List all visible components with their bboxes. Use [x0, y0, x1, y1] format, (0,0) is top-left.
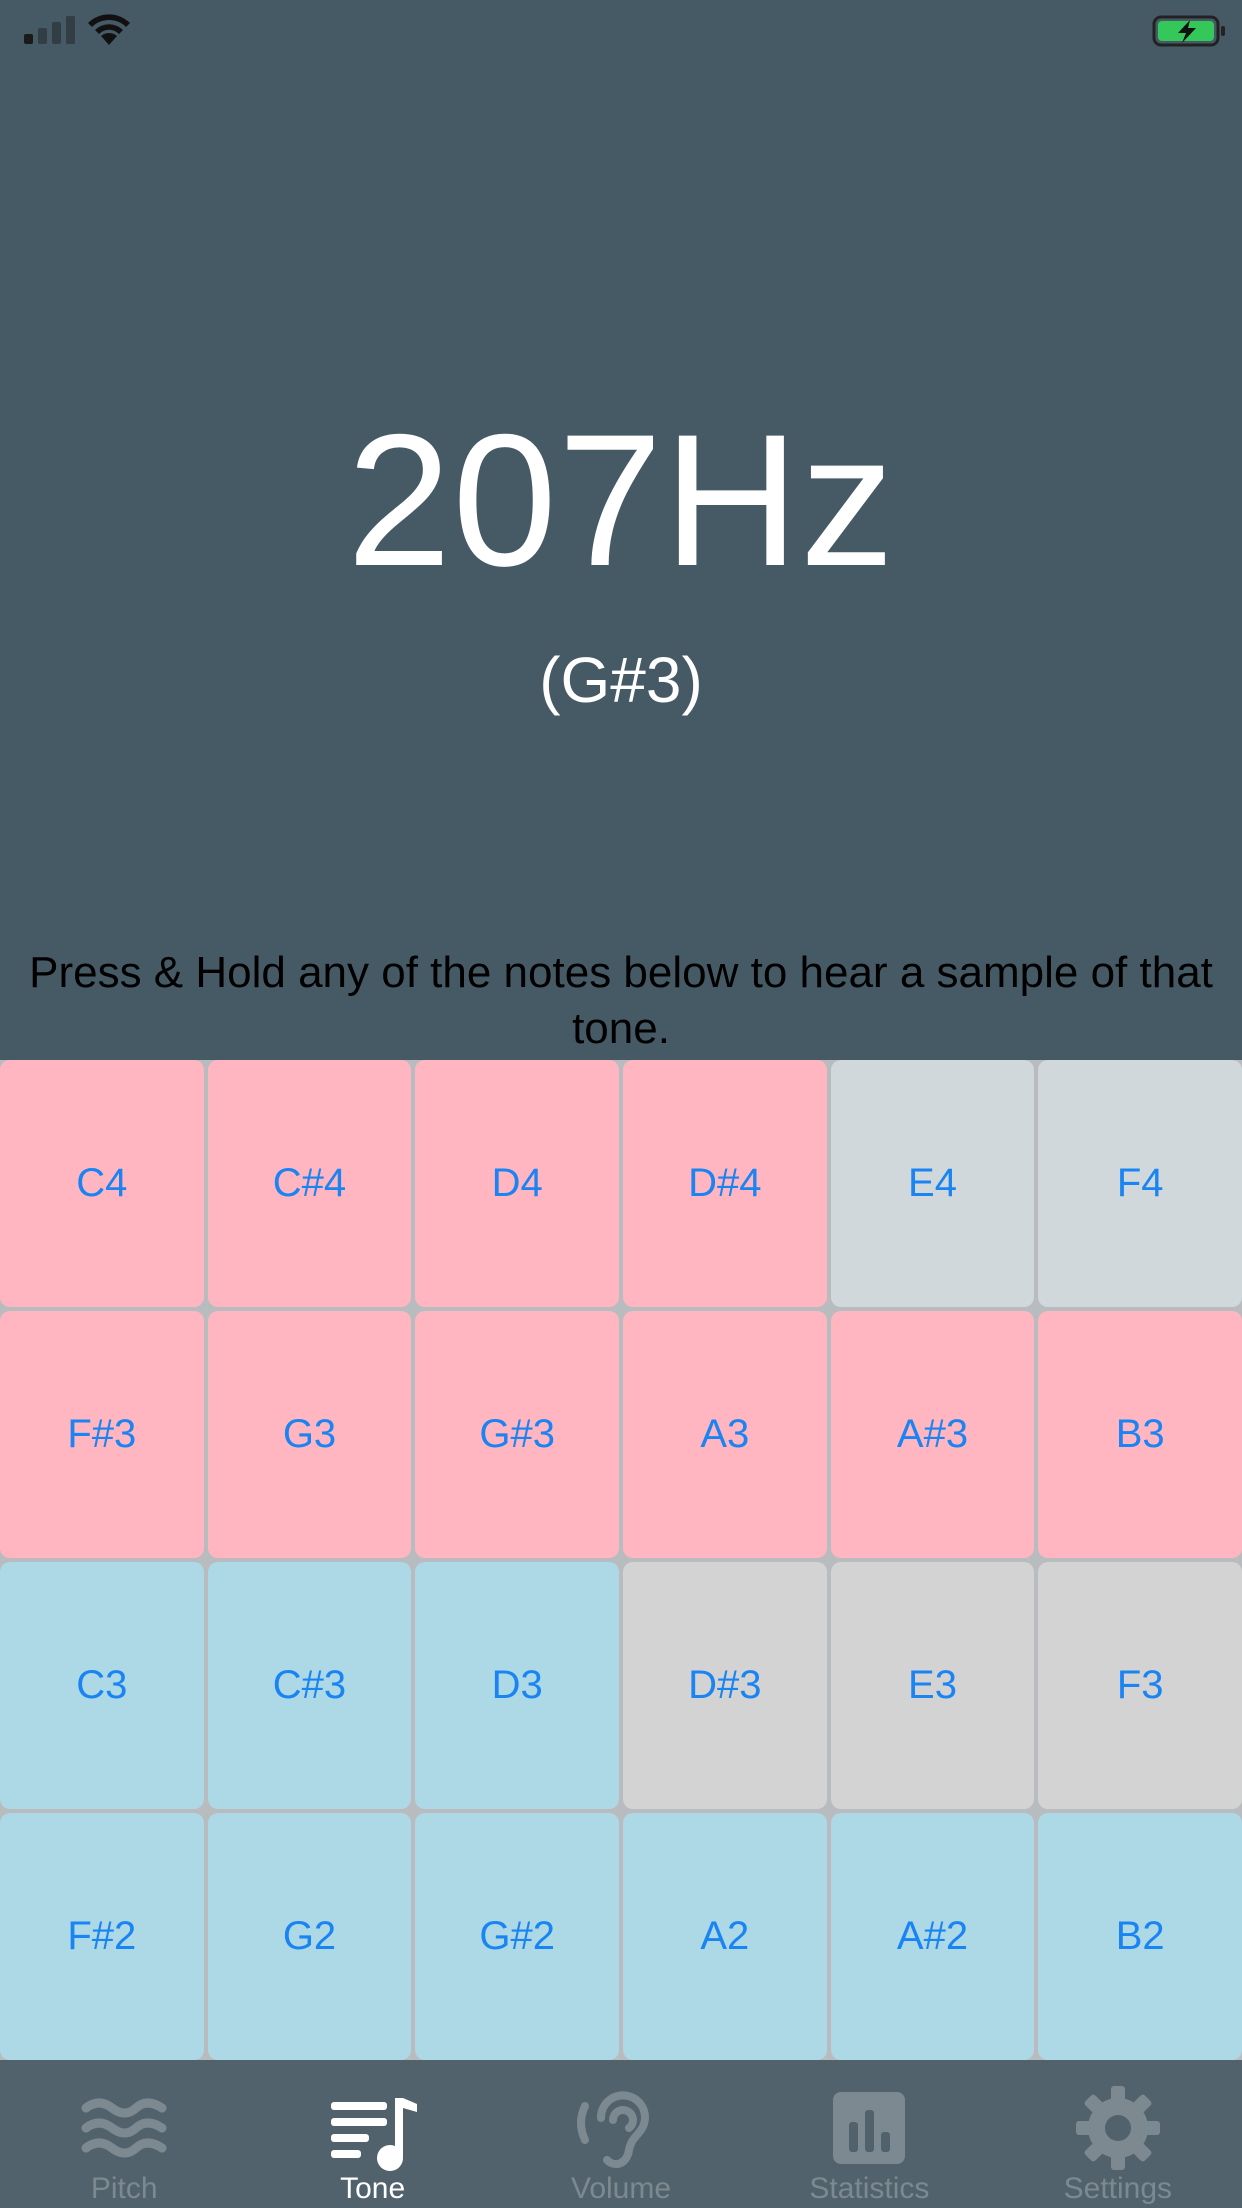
- note-key-d-sharp4[interactable]: D#4: [623, 1060, 827, 1307]
- bar-chart-icon: [819, 2078, 919, 2178]
- note-key-f-sharp2[interactable]: F#2: [0, 1813, 204, 2060]
- gear-icon: [1068, 2078, 1168, 2178]
- ear-icon: [571, 2078, 671, 2178]
- note-key-g3[interactable]: G3: [207, 1311, 412, 1558]
- tab-volume[interactable]: Volume: [497, 2060, 745, 2208]
- note-key-f-sharp3[interactable]: F#3: [0, 1311, 204, 1558]
- instructions-text: Press & Hold any of the notes below to h…: [29, 948, 1213, 1053]
- tab-statistics[interactable]: Statistics: [745, 2060, 993, 2208]
- tab-label: Volume: [570, 2172, 672, 2205]
- tab-label: Statistics: [809, 2172, 930, 2205]
- note-key-a3[interactable]: A3: [623, 1311, 827, 1558]
- wifi-icon: [88, 14, 130, 45]
- note-key-b3[interactable]: B3: [1038, 1311, 1242, 1558]
- note-key-d4[interactable]: D4: [415, 1060, 619, 1307]
- note-key-b2[interactable]: B2: [1038, 1813, 1242, 2060]
- note-key-g-sharp3[interactable]: G#3: [415, 1311, 619, 1558]
- tab-label: Pitch: [90, 2172, 158, 2205]
- tab-tone[interactable]: Tone: [248, 2060, 496, 2208]
- note-key-d3[interactable]: D3: [415, 1562, 619, 1809]
- note-name: (G#3): [539, 644, 703, 716]
- note-key-a2[interactable]: A2: [623, 1813, 827, 2060]
- tab-pitch[interactable]: Pitch: [0, 2060, 248, 2208]
- note-key-f4[interactable]: F4: [1038, 1060, 1242, 1307]
- note-key-e3[interactable]: E3: [830, 1562, 1035, 1809]
- note-key-c-sharp4[interactable]: C#4: [207, 1060, 412, 1307]
- tab-settings[interactable]: Settings: [994, 2060, 1242, 2208]
- signal-icon: [24, 14, 78, 44]
- status-bar: [0, 0, 1242, 60]
- tab-bar: Pitch Tone Volume Statistics Settings: [0, 2060, 1242, 2208]
- note-key-c4[interactable]: C4: [0, 1060, 204, 1307]
- music-list-icon: [323, 2078, 423, 2178]
- note-key-c3[interactable]: C3: [0, 1562, 204, 1809]
- note-key-g-sharp2[interactable]: G#2: [415, 1813, 619, 2060]
- note-grid: C4 C#4 D4 D#4 E4 F4 F#3 G3 G#3 A3 A#3 B3 C3 C#3 D3 D#3 E…: [0, 1060, 1242, 2060]
- note-key-d-sharp3[interactable]: D#3: [623, 1562, 827, 1809]
- note-key-f3[interactable]: F3: [1038, 1562, 1242, 1809]
- note-key-a-sharp3[interactable]: A#3: [830, 1311, 1035, 1558]
- note-key-c-sharp3[interactable]: C#3: [207, 1562, 412, 1809]
- battery-charging-icon: [1152, 15, 1225, 47]
- frequency-value: 207Hz: [346, 395, 896, 605]
- waves-icon: [74, 2078, 174, 2178]
- note-key-a-sharp2[interactable]: A#2: [830, 1813, 1035, 2060]
- note-key-g2[interactable]: G2: [207, 1813, 412, 2060]
- tab-label: Settings: [1063, 2172, 1173, 2205]
- tab-label: Tone: [340, 2172, 406, 2205]
- note-key-e4[interactable]: E4: [830, 1060, 1035, 1307]
- frequency-display: 207Hz (G#3): [0, 60, 1242, 920]
